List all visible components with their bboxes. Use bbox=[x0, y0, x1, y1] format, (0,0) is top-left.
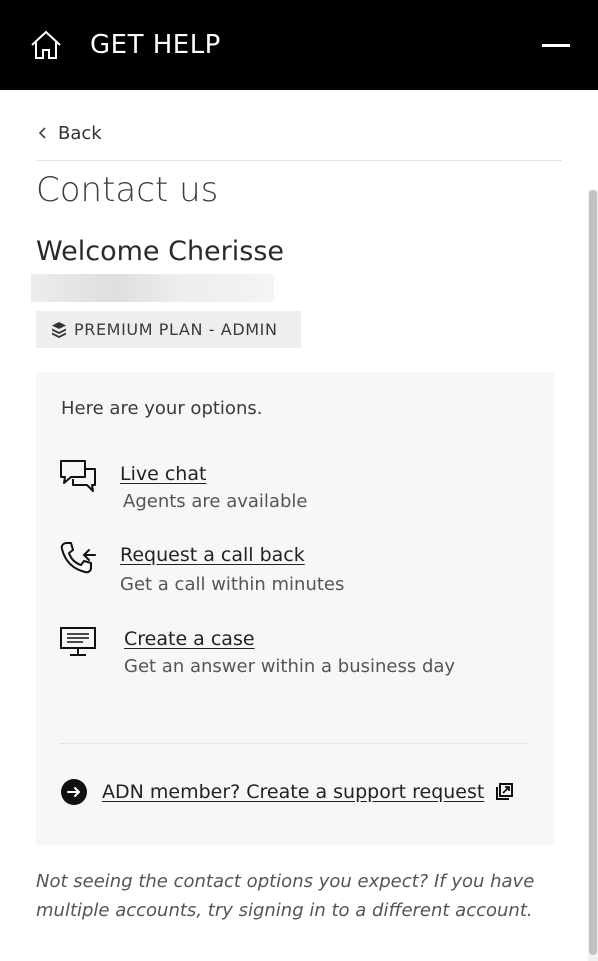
options-panel: Here are your options. Live chat Agents … bbox=[36, 372, 554, 845]
create-case-description: Get an answer within a business day bbox=[124, 656, 456, 677]
redacted-email bbox=[31, 274, 274, 302]
phone-callback-icon bbox=[60, 542, 96, 574]
page-title: Contact us bbox=[36, 170, 219, 210]
contact-options-note: Not seeing the contact options you expec… bbox=[36, 871, 535, 921]
back-link[interactable]: Back bbox=[36, 120, 102, 146]
adn-support-row[interactable]: ADN member? Create a support request bbox=[60, 777, 514, 807]
hamburger-collapse-icon[interactable] bbox=[542, 44, 570, 47]
adn-support-link[interactable]: ADN member? Create a support request bbox=[102, 781, 484, 803]
plan-badge: PREMIUM PLAN - ADMIN bbox=[36, 311, 301, 348]
request-call-back-description: Get a call within minutes bbox=[120, 574, 345, 595]
monitor-case-icon bbox=[60, 627, 96, 656]
layers-icon bbox=[52, 321, 66, 338]
welcome-heading: Welcome Cherisse bbox=[36, 236, 285, 267]
create-case-link[interactable]: Create a case bbox=[124, 628, 255, 650]
panel-divider bbox=[60, 743, 530, 744]
home-icon[interactable] bbox=[28, 28, 64, 62]
scrollbar-thumb[interactable] bbox=[589, 190, 597, 955]
arrow-circle-icon bbox=[61, 779, 87, 805]
live-chat-description: Agents are available bbox=[123, 491, 308, 512]
request-call-back-link[interactable]: Request a call back bbox=[120, 544, 305, 566]
chevron-left-icon bbox=[38, 127, 46, 139]
header-title: GET HELP bbox=[90, 30, 221, 60]
plan-label: PREMIUM PLAN - ADMIN bbox=[74, 320, 278, 339]
options-intro: Here are your options. bbox=[61, 398, 263, 419]
app-header: GET HELP bbox=[0, 0, 598, 90]
external-link-icon bbox=[496, 783, 514, 800]
chat-bubbles-icon bbox=[60, 460, 96, 492]
divider bbox=[36, 160, 561, 161]
back-label: Back bbox=[58, 122, 102, 144]
live-chat-link[interactable]: Live chat bbox=[120, 463, 206, 485]
